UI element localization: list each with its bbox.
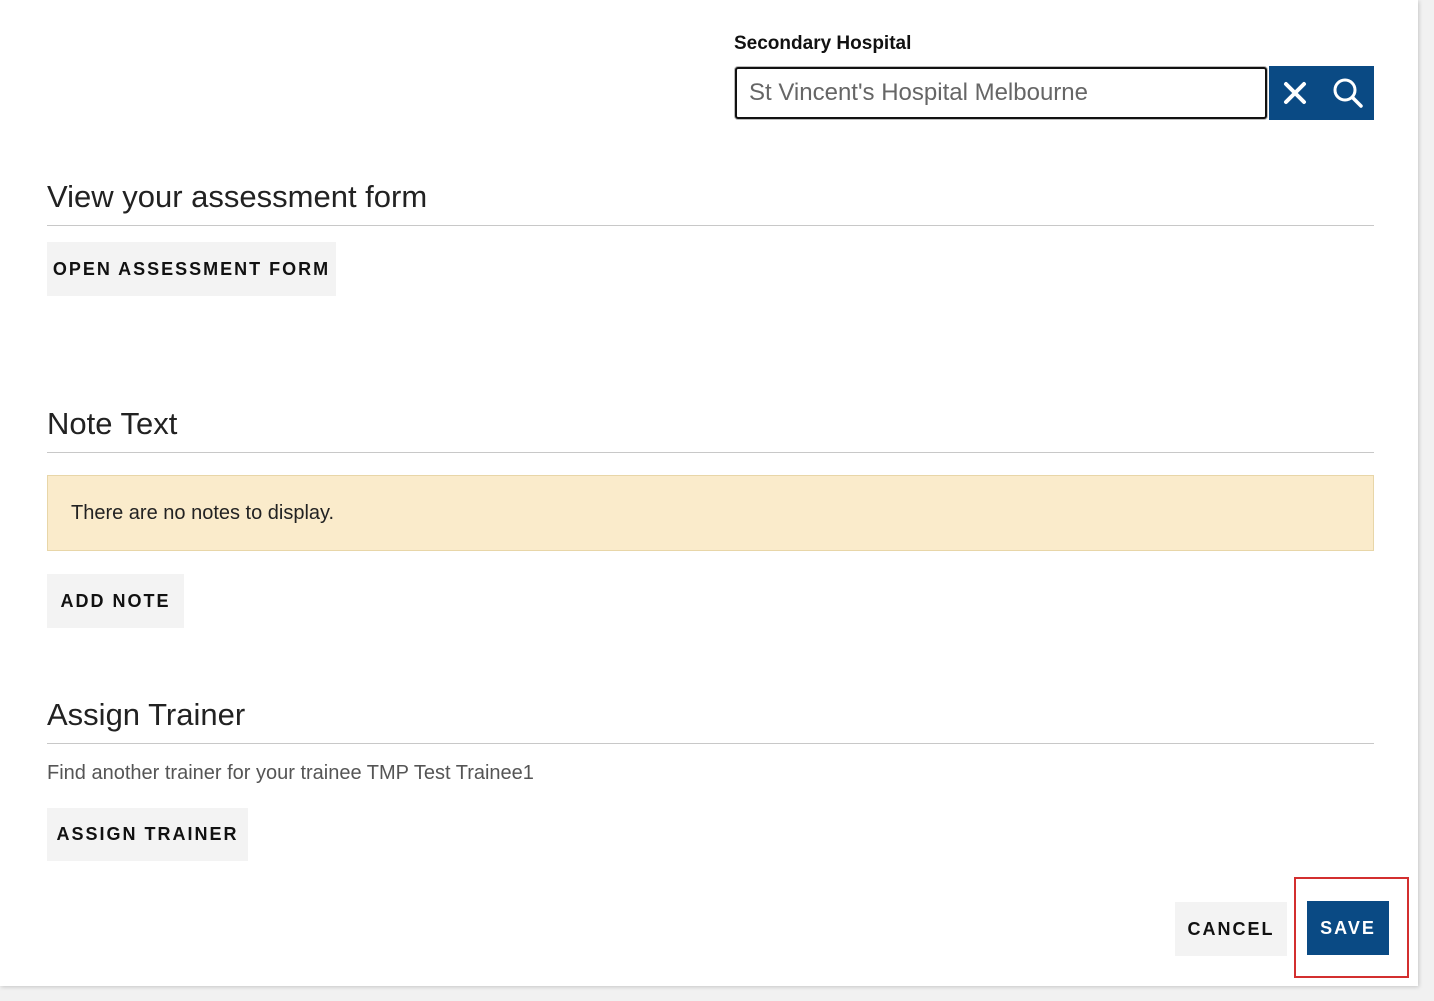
close-icon[interactable]	[1273, 71, 1317, 115]
secondary-hospital-label: Secondary Hospital	[734, 33, 912, 54]
save-button[interactable]: SAVE	[1307, 901, 1389, 955]
add-note-button[interactable]: ADD NOTE	[47, 574, 184, 628]
assign-trainer-button[interactable]: ASSIGN TRAINER	[47, 808, 248, 861]
assessment-section-title: View your assessment form	[47, 179, 428, 214]
open-assessment-form-button[interactable]: OPEN ASSESSMENT FORM	[47, 242, 336, 296]
assign-trainer-section-title: Assign Trainer	[47, 697, 246, 732]
no-notes-notice: There are no notes to display.	[47, 475, 1374, 551]
no-notes-message: There are no notes to display.	[71, 501, 335, 524]
divider	[47, 743, 1374, 744]
assign-trainer-description: Find another trainer for your trainee TM…	[47, 762, 534, 784]
cancel-button[interactable]: CANCEL	[1175, 902, 1287, 956]
divider	[47, 452, 1374, 453]
notes-section-title: Note Text	[47, 406, 178, 441]
lookup-actions	[1269, 66, 1374, 120]
search-icon[interactable]	[1326, 71, 1370, 115]
secondary-hospital-input[interactable]	[735, 67, 1267, 119]
form-panel: Secondary Hospital View your assessment …	[0, 0, 1418, 986]
divider	[47, 225, 1374, 226]
